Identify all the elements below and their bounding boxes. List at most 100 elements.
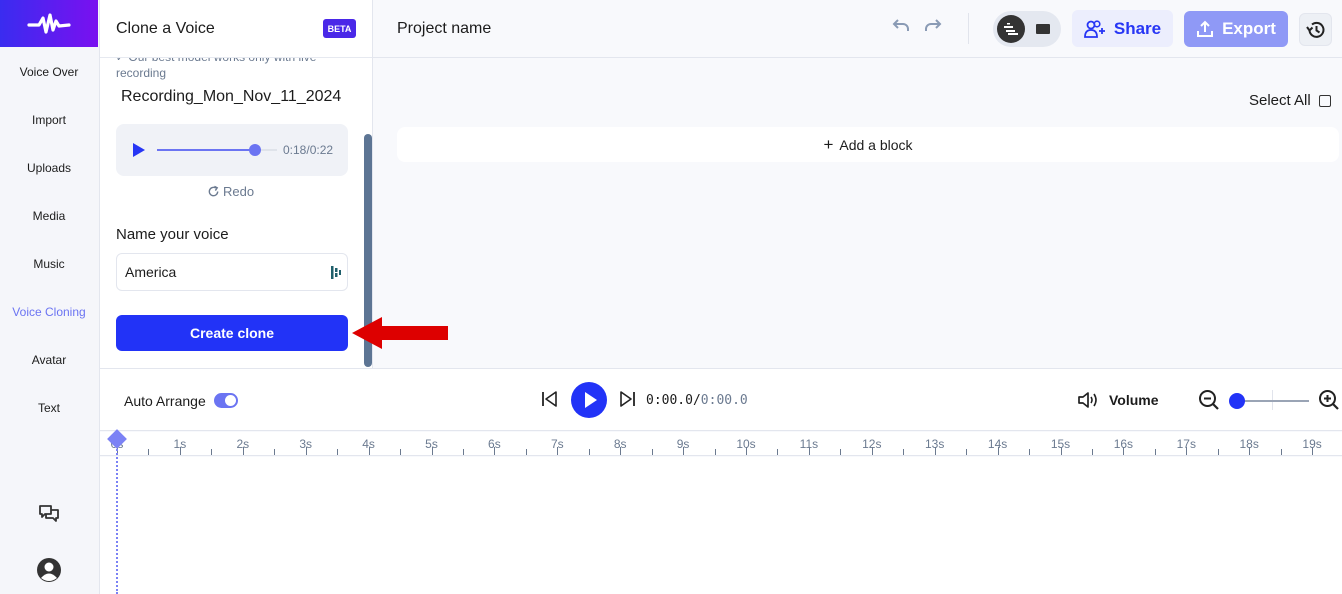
- sidebar-item-import[interactable]: Import: [0, 113, 98, 127]
- ruler-minor-tick: [840, 449, 842, 455]
- redo-icon[interactable]: [922, 16, 944, 38]
- ruler-minor-tick: [1029, 449, 1031, 455]
- add-block-button[interactable]: + Add a block: [397, 127, 1339, 162]
- panel-header: Clone a Voice BETA: [100, 0, 372, 58]
- ruler-major-tick: [1312, 447, 1314, 455]
- app-logo[interactable]: [0, 0, 98, 47]
- plus-icon: +: [823, 134, 834, 154]
- ruler-minor-tick: [211, 449, 213, 455]
- header-divider: [968, 13, 969, 44]
- audio-seek-bar[interactable]: [157, 144, 277, 156]
- ruler-minor-tick: [1091, 449, 1093, 455]
- share-label: Share: [1113, 18, 1162, 38]
- user-avatar-icon[interactable]: [36, 557, 62, 583]
- ruler-major-tick: [431, 447, 433, 455]
- sidebar-item-voice-over[interactable]: Voice Over: [0, 65, 98, 79]
- block-view-icon[interactable]: [1036, 24, 1050, 34]
- play-icon[interactable]: [133, 143, 145, 157]
- view-mode-toggle[interactable]: [993, 11, 1061, 47]
- voice-name-field[interactable]: [116, 253, 348, 291]
- sidebar-item-media[interactable]: Media: [0, 209, 98, 223]
- ruler-minor-tick: [337, 449, 339, 455]
- zoom-out-icon[interactable]: [1198, 389, 1220, 411]
- ruler-minor-tick: [462, 449, 464, 455]
- ruler-major-tick: [1123, 447, 1125, 455]
- left-sidebar: Voice Over Import Uploads Media Music Vo…: [0, 0, 100, 594]
- ruler-major-tick: [305, 447, 307, 455]
- panel-title: Clone a Voice: [116, 20, 215, 37]
- app-root: Voice Over Import Uploads Media Music Vo…: [0, 0, 1342, 594]
- zoom-slider-track[interactable]: [1237, 400, 1309, 402]
- sidebar-item-text[interactable]: Text: [0, 401, 98, 415]
- undo-icon[interactable]: [890, 16, 912, 38]
- auto-arrange-toggle[interactable]: [214, 393, 238, 408]
- select-all-checkbox[interactable]: [1318, 94, 1331, 107]
- clone-voice-panel: Clone a Voice BETA ✓Our best model works…: [100, 0, 373, 368]
- recording-name: Recording_Mon_Nov_11_2024: [121, 88, 342, 105]
- sidebar-item-avatar[interactable]: Avatar: [0, 353, 98, 367]
- ruler-major-tick: [620, 447, 622, 455]
- ruler-major-tick: [997, 447, 999, 455]
- total-time: 0:00.0: [700, 393, 748, 408]
- redo-icon: [208, 185, 219, 197]
- export-label: Export: [1222, 19, 1276, 38]
- ruler-minor-tick: [588, 449, 590, 455]
- ruler-minor-tick: [1217, 449, 1219, 455]
- volume-label[interactable]: Volume: [1109, 392, 1159, 408]
- ruler-major-tick: [1249, 447, 1251, 455]
- volume-icon[interactable]: [1077, 390, 1101, 410]
- ruler-major-tick: [683, 447, 685, 455]
- redo-label: Redo: [223, 184, 255, 199]
- add-user-icon: [1083, 19, 1105, 38]
- ruler-minor-tick: [903, 449, 905, 455]
- password-manager-icon[interactable]: [330, 265, 342, 280]
- project-name[interactable]: Project name: [397, 20, 491, 38]
- zoom-in-icon[interactable]: [1318, 389, 1340, 411]
- sidebar-item-music[interactable]: Music: [0, 257, 98, 271]
- audio-player: 0:18/0:22: [116, 124, 348, 176]
- voice-name-input[interactable]: [125, 254, 320, 290]
- create-clone-button[interactable]: Create clone: [116, 315, 348, 351]
- history-icon: [1305, 21, 1324, 38]
- list-view-icon[interactable]: [997, 15, 1025, 43]
- ruler-major-tick: [746, 447, 747, 455]
- sidebar-item-uploads[interactable]: Uploads: [0, 161, 98, 175]
- play-button[interactable]: [571, 382, 607, 418]
- auto-arrange-label: Auto Arrange: [124, 393, 206, 409]
- ruler-minor-tick: [651, 449, 653, 455]
- ruler-minor-tick: [400, 449, 402, 455]
- ruler-minor-tick: [966, 449, 968, 455]
- feedback-chat-icon[interactable]: [36, 501, 62, 527]
- timeline-tracks[interactable]: [100, 457, 1342, 594]
- seek-handle[interactable]: [249, 144, 262, 156]
- zoom-slider-handle[interactable]: [1229, 393, 1245, 409]
- annotation-arrow-icon: [352, 317, 448, 349]
- upload-icon: [1197, 20, 1214, 37]
- timeline-ruler[interactable]: 0s1s2s3s4s5s6s7s8s9s10s11s12s13s14s15s16…: [100, 432, 1342, 456]
- ruler-minor-tick: [777, 449, 779, 455]
- ruler-minor-tick: [1280, 449, 1282, 455]
- export-button[interactable]: Export: [1184, 11, 1288, 47]
- skip-forward-icon[interactable]: [618, 390, 636, 408]
- time-readout: 0:00.0/0:00.0: [646, 393, 748, 408]
- version-history-button[interactable]: [1299, 13, 1332, 46]
- ruler-major-tick: [934, 447, 936, 455]
- ruler-major-tick: [871, 447, 873, 455]
- ruler-major-tick: [808, 447, 810, 455]
- ruler-major-tick: [242, 447, 244, 455]
- sidebar-item-voice-cloning[interactable]: Voice Cloning: [0, 305, 98, 319]
- select-all-label: Select All: [1249, 92, 1311, 109]
- timeline-controls: Auto Arrange 0:00.0/0:00.0 Volume: [100, 368, 1342, 431]
- select-all-control[interactable]: Select All: [1249, 92, 1331, 109]
- skip-back-icon[interactable]: [541, 390, 559, 408]
- ruler-minor-tick: [714, 449, 716, 455]
- add-block-label: Add a block: [839, 136, 913, 153]
- top-bar: Project name Share Export: [373, 0, 1342, 58]
- share-button[interactable]: Share: [1072, 10, 1173, 47]
- current-time: 0:00.0: [646, 393, 693, 408]
- ruler-major-tick: [368, 447, 370, 455]
- name-voice-label: Name your voice: [116, 226, 229, 243]
- ruler-minor-tick: [274, 449, 276, 455]
- redo-recording-button[interactable]: Redo: [207, 184, 254, 199]
- player-time: 0:18/0:22: [283, 143, 334, 157]
